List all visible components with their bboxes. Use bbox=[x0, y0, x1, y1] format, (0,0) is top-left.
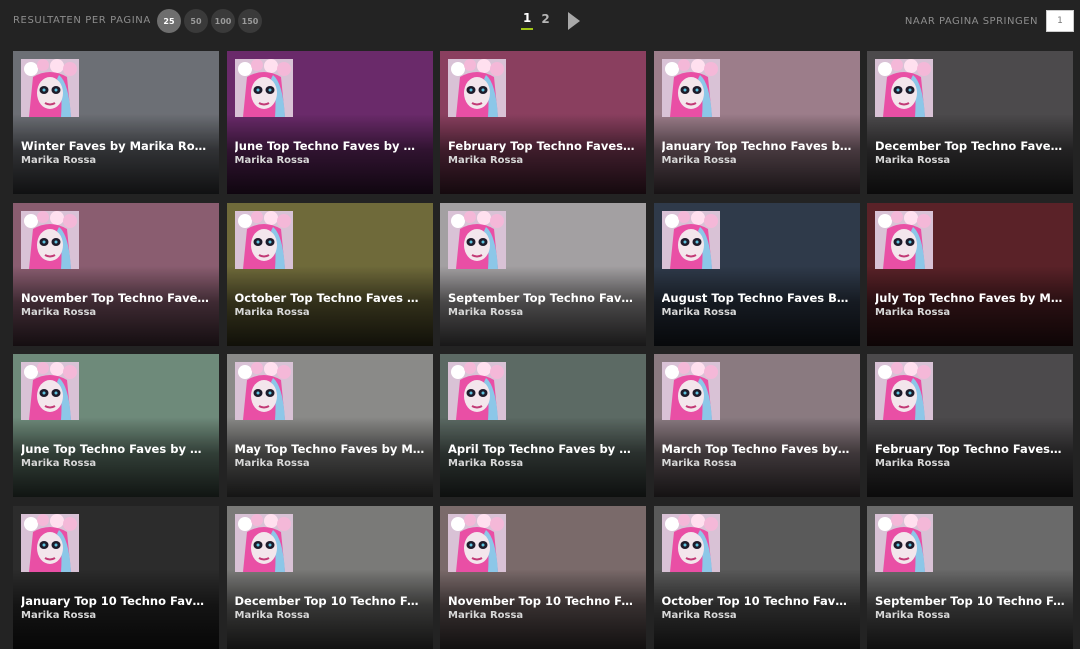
artist-avatar bbox=[875, 210, 933, 269]
mix-card[interactable]: July Top Techno Faves by Marika Rossa Ma… bbox=[867, 202, 1073, 346]
per-page-option-150[interactable]: 150 bbox=[238, 9, 262, 33]
artist-avatar bbox=[234, 210, 293, 269]
artist-avatar bbox=[661, 59, 720, 117]
mix-card[interactable]: April Top Techno Faves by Marika Rossa M… bbox=[440, 354, 646, 497]
mix-title: January Top Techno Faves by Marika Rossa bbox=[661, 139, 852, 153]
mix-card[interactable]: May Top Techno Faves by Marika Rossa Mar… bbox=[226, 354, 433, 497]
per-page-options: 25 50 100 150 bbox=[157, 9, 262, 33]
mix-card[interactable]: October Top Techno Faves by Marika Rossa… bbox=[226, 202, 433, 346]
mix-card[interactable]: June Top Techno Faves by Marika Rossa Ma… bbox=[13, 354, 219, 497]
mix-artist: Marika Rossa bbox=[234, 609, 310, 621]
artist-avatar bbox=[234, 362, 293, 420]
mix-card[interactable]: March Top Techno Faves by Marika Rossa M… bbox=[653, 354, 860, 497]
toolbar: RESULTATEN PER PAGINA 25 50 100 150 1 2 … bbox=[0, 0, 1080, 44]
mix-title: January Top 10 Techno Faves by Marika Ro… bbox=[21, 593, 211, 608]
mix-title: November Top 10 Techno Faves by Marika R… bbox=[448, 593, 638, 608]
mix-artist: Marika Rossa bbox=[21, 609, 97, 621]
artist-avatar bbox=[875, 59, 933, 117]
mix-title: June Top Techno Faves by Marika Rossa bbox=[21, 442, 211, 456]
artist-avatar bbox=[234, 59, 293, 117]
mix-title: April Top Techno Faves by Marika Rossa bbox=[448, 442, 638, 456]
mix-artist: Marika Rossa bbox=[448, 609, 524, 621]
mix-card[interactable]: June Top Techno Faves by Marika Rossa Ma… bbox=[226, 51, 433, 194]
mix-card[interactable]: September Top Techno Faves by Marika Ros… bbox=[440, 202, 646, 346]
artist-avatar bbox=[448, 362, 506, 420]
mix-card[interactable]: September Top 10 Techno Faves by Marika … bbox=[867, 505, 1073, 649]
mix-artist: Marika Rossa bbox=[875, 306, 951, 318]
mix-title: September Top Techno Faves by Marika Ros… bbox=[448, 290, 638, 305]
mix-card[interactable]: February Top Techno Faves by Marika Ross… bbox=[867, 354, 1073, 497]
mix-artist: Marika Rossa bbox=[21, 155, 97, 166]
per-page-option-100[interactable]: 100 bbox=[211, 9, 235, 33]
artist-avatar bbox=[448, 210, 506, 269]
artist-avatar bbox=[21, 59, 79, 117]
mix-artist: Marika Rossa bbox=[661, 155, 737, 166]
jump-to-page-input[interactable] bbox=[1046, 10, 1074, 32]
artist-avatar bbox=[21, 210, 79, 269]
artist-avatar bbox=[21, 513, 79, 572]
mix-card[interactable]: January Top Techno Faves by Marika Rossa… bbox=[653, 51, 860, 194]
mix-grid: Winter Faves by Marika Rossa Marika Ross… bbox=[13, 51, 1073, 649]
artist-avatar bbox=[234, 513, 293, 572]
mix-artist: Marika Rossa bbox=[661, 458, 737, 469]
mix-card[interactable]: August Top Techno Faves By Marika Rossa … bbox=[653, 202, 860, 346]
artist-avatar bbox=[448, 59, 506, 117]
artist-avatar bbox=[21, 362, 79, 420]
artist-avatar bbox=[661, 513, 720, 572]
next-page-arrow-icon[interactable] bbox=[567, 12, 580, 30]
mix-card[interactable]: October Top 10 Techno Faves by Marika Ro… bbox=[653, 505, 860, 649]
mix-card[interactable]: February Top Techno Faves by Marika Ross… bbox=[440, 51, 646, 194]
mix-artist: Marika Rossa bbox=[234, 155, 310, 166]
per-page-option-50[interactable]: 50 bbox=[184, 9, 208, 33]
mix-title: December Top Techno Faves by Marika Ross… bbox=[875, 139, 1065, 153]
mix-title: October Top 10 Techno Faves by Marika Ro… bbox=[661, 593, 852, 608]
mix-card[interactable]: December Top 10 Techno Faves by Marika R… bbox=[226, 505, 433, 649]
pagination: 1 2 bbox=[521, 10, 580, 30]
mix-title: August Top Techno Faves By Marika Rossa bbox=[661, 290, 852, 305]
mix-artist: Marika Rossa bbox=[875, 155, 951, 166]
mix-artist: Marika Rossa bbox=[21, 306, 97, 318]
mix-artist: Marika Rossa bbox=[661, 306, 737, 318]
artist-avatar bbox=[875, 362, 933, 420]
mix-title: November Top Techno Faves by Marika Ross… bbox=[21, 290, 211, 305]
mix-artist: Marika Rossa bbox=[448, 458, 524, 469]
mix-title: July Top Techno Faves by Marika Rossa bbox=[875, 290, 1065, 305]
mix-card[interactable]: January Top 10 Techno Faves by Marika Ro… bbox=[13, 505, 219, 649]
mix-title: December Top 10 Techno Faves by Marika R… bbox=[234, 593, 425, 608]
mix-title: March Top Techno Faves by Marika Rossa bbox=[661, 442, 852, 456]
mix-title: February Top Techno Faves by Marika Ross… bbox=[448, 139, 638, 153]
page-link-1[interactable]: 1 bbox=[521, 11, 534, 30]
mix-card[interactable]: November Top Techno Faves by Marika Ross… bbox=[13, 202, 219, 346]
mix-artist: Marika Rossa bbox=[875, 609, 951, 621]
mix-card[interactable]: December Top Techno Faves by Marika Ross… bbox=[867, 51, 1073, 194]
mix-title: May Top Techno Faves by Marika Rossa bbox=[234, 442, 425, 456]
mix-title: June Top Techno Faves by Marika Rossa bbox=[234, 139, 425, 153]
mix-artist: Marika Rossa bbox=[875, 458, 951, 469]
mix-artist: Marika Rossa bbox=[661, 609, 737, 621]
jump-to-page-label: NAAR PAGINA SPRINGEN bbox=[904, 16, 1038, 27]
mix-title: February Top Techno Faves by Marika Ross… bbox=[875, 442, 1065, 456]
page-link-2[interactable]: 2 bbox=[539, 12, 551, 29]
artist-avatar bbox=[875, 513, 933, 572]
mix-card[interactable]: November Top 10 Techno Faves by Marika R… bbox=[440, 505, 646, 649]
artist-avatar bbox=[661, 362, 720, 420]
results-per-page-label: RESULTATEN PER PAGINA bbox=[13, 15, 151, 26]
mix-artist: Marika Rossa bbox=[448, 306, 524, 318]
per-page-option-25[interactable]: 25 bbox=[157, 9, 181, 33]
mix-artist: Marika Rossa bbox=[234, 458, 310, 469]
mix-artist: Marika Rossa bbox=[448, 155, 524, 166]
mix-artist: Marika Rossa bbox=[234, 306, 310, 318]
artist-avatar bbox=[661, 210, 720, 269]
mix-card[interactable]: Winter Faves by Marika Rossa Marika Ross… bbox=[13, 51, 219, 194]
mix-artist: Marika Rossa bbox=[21, 458, 97, 469]
mix-title: October Top Techno Faves by Marika Rossa bbox=[234, 290, 425, 305]
artist-avatar bbox=[448, 513, 506, 572]
mix-title: Winter Faves by Marika Rossa bbox=[21, 139, 211, 153]
mix-title: September Top 10 Techno Faves by Marika … bbox=[875, 593, 1065, 608]
